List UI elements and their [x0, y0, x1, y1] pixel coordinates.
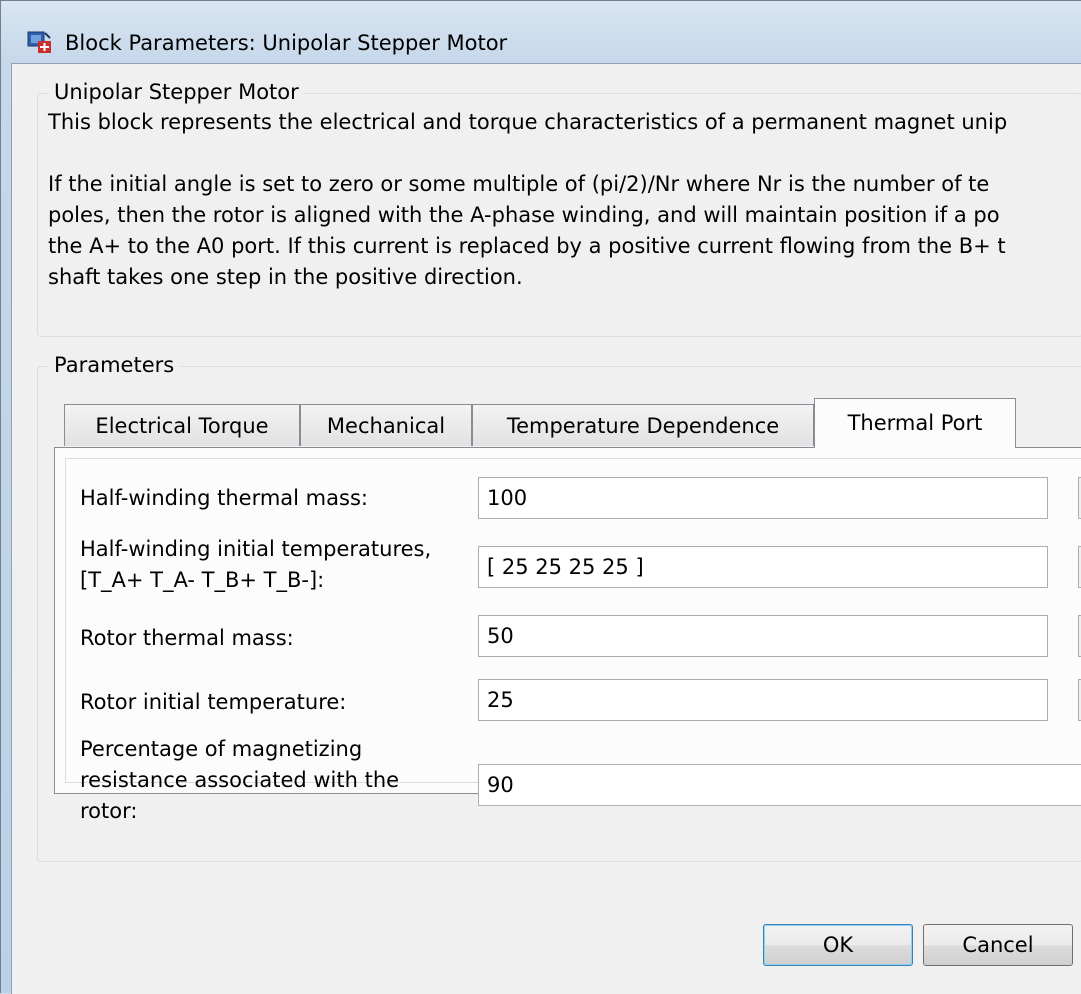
- title-bar[interactable]: Block Parameters: Unipolar Stepper Motor: [1, 1, 1081, 63]
- magnetizing-resistance-label-line1: Percentage of magnetizing: [80, 737, 363, 761]
- tab-electrical-torque[interactable]: Electrical Torque: [64, 404, 300, 446]
- half-winding-initial-temps-input[interactable]: [ 25 25 25 25 ]: [478, 546, 1048, 588]
- window-title: Block Parameters: Unipolar Stepper Motor: [65, 31, 508, 55]
- tab-thermal-port[interactable]: Thermal Port: [814, 398, 1016, 448]
- dialog-client-area: Unipolar Stepper Motor This block repres…: [11, 63, 1081, 994]
- description-line: the A+ to the A0 port. If this current i…: [48, 234, 1006, 258]
- half-winding-initial-temps-label-line1: Half-winding initial temperatures,: [80, 537, 432, 561]
- description-group-title: Unipolar Stepper Motor: [48, 80, 305, 104]
- magnetizing-resistance-input[interactable]: 90: [478, 764, 1081, 806]
- half-winding-thermal-mass-label: Half-winding thermal mass:: [80, 486, 368, 510]
- rotor-thermal-mass-label: Rotor thermal mass:: [80, 626, 294, 650]
- simulink-block-icon: [27, 31, 51, 53]
- magnetizing-resistance-label-line2: resistance associated with the: [80, 768, 400, 792]
- description-groupbox: Unipolar Stepper Motor This block repres…: [37, 80, 1081, 337]
- parameters-group-title: Parameters: [48, 353, 181, 377]
- description-line: shaft takes one step in the positive dir…: [48, 265, 523, 289]
- description-line: poles, then the rotor is aligned with th…: [48, 203, 1000, 227]
- ok-button[interactable]: OK: [763, 924, 913, 966]
- dialog-window: Block Parameters: Unipolar Stepper Motor…: [0, 0, 1081, 994]
- tab-temperature-dependence[interactable]: Temperature Dependence: [472, 404, 814, 446]
- rotor-initial-temperature-input[interactable]: 25: [478, 679, 1048, 721]
- half-winding-thermal-mass-input[interactable]: 100: [478, 477, 1048, 519]
- half-winding-initial-temps-label-line2: [T_A+ T_A- T_B+ T_B-]:: [80, 568, 325, 592]
- magnetizing-resistance-label-line3: rotor:: [80, 799, 138, 823]
- rotor-initial-temperature-label: Rotor initial temperature:: [80, 690, 347, 714]
- description-line: If the initial angle is set to zero or s…: [48, 172, 990, 196]
- tab-mechanical[interactable]: Mechanical: [300, 404, 472, 446]
- rotor-thermal-mass-input[interactable]: 50: [478, 615, 1048, 657]
- description-line: This block represents the electrical and…: [48, 110, 1008, 134]
- cancel-button[interactable]: Cancel: [923, 924, 1073, 966]
